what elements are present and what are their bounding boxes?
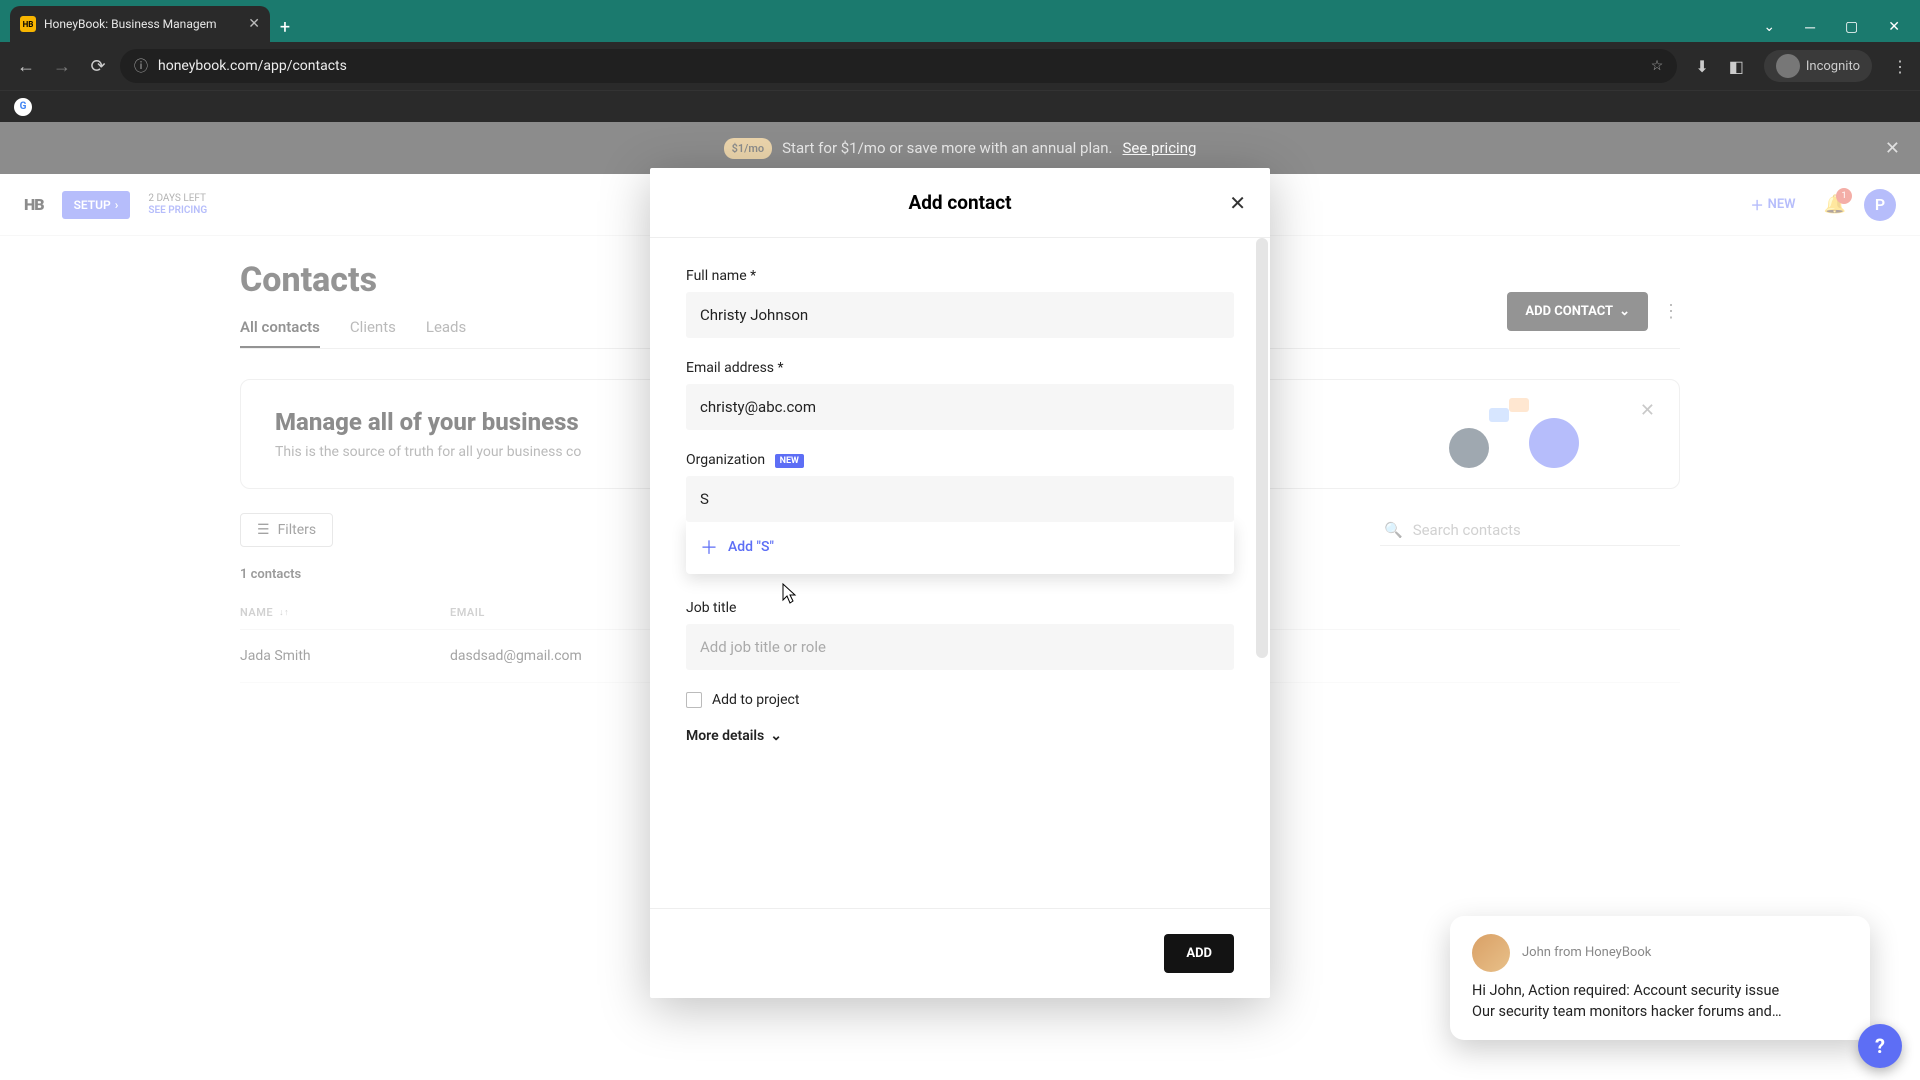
job-title-input[interactable] (686, 624, 1234, 670)
browser-titlebar: HB HoneyBook: Business Managem ✕ + ⌄ ─ ▢… (0, 0, 1920, 42)
organization-label: Organization NEW (686, 452, 1234, 468)
incognito-icon (1776, 54, 1800, 78)
more-details-toggle[interactable]: More details ⌄ (686, 728, 1234, 744)
full-name-label: Full name (686, 268, 1234, 284)
help-fab[interactable]: ? (1858, 1024, 1902, 1068)
chat-sender: John from HoneyBook (1522, 945, 1651, 960)
chat-avatar (1472, 934, 1510, 972)
plus-icon: ＋ (700, 534, 718, 560)
bookmark-star-icon[interactable]: ☆ (1651, 58, 1664, 74)
chevron-down-icon[interactable]: ⌄ (1763, 19, 1775, 36)
org-suggest-add[interactable]: ＋ Add "S" (686, 520, 1234, 574)
checkbox-icon (686, 692, 702, 708)
modal-title: Add contact (908, 191, 1011, 214)
chevron-down-icon: ⌄ (770, 728, 782, 744)
new-badge: NEW (775, 454, 804, 468)
chat-notification[interactable]: John from HoneyBook Hi John, Action requ… (1450, 916, 1870, 1040)
favicon: HB (20, 16, 36, 32)
browser-tab[interactable]: HB HoneyBook: Business Managem ✕ (10, 6, 270, 42)
forward-icon[interactable]: → (48, 56, 76, 77)
browser-toolbar: ← → ⟳ ⓘ honeybook.com/app/contacts ☆ ⬇ ◧… (0, 42, 1920, 90)
bookmarks-bar: G (0, 90, 1920, 122)
help-icon: ? (1875, 1034, 1885, 1058)
add-contact-modal: Add contact ✕ Full name Email address Or… (650, 168, 1270, 998)
reload-icon[interactable]: ⟳ (84, 56, 112, 77)
back-icon[interactable]: ← (12, 56, 40, 77)
email-input[interactable] (686, 384, 1234, 430)
tab-close-icon[interactable]: ✕ (248, 16, 260, 32)
site-info-icon[interactable]: ⓘ (134, 56, 148, 76)
url-text: honeybook.com/app/contacts (158, 58, 347, 74)
close-window-icon[interactable]: ✕ (1888, 19, 1900, 36)
minimize-icon[interactable]: ─ (1805, 19, 1815, 36)
tab-title: HoneyBook: Business Managem (44, 17, 240, 31)
incognito-indicator[interactable]: Incognito (1764, 50, 1872, 82)
download-icon[interactable]: ⬇ (1695, 57, 1708, 76)
new-tab-button[interactable]: + (270, 17, 300, 42)
modal-scrollbar[interactable] (1256, 238, 1268, 658)
address-bar[interactable]: ⓘ honeybook.com/app/contacts ☆ (120, 49, 1677, 83)
full-name-input[interactable] (686, 292, 1234, 338)
modal-close-icon[interactable]: ✕ (1229, 191, 1246, 215)
chat-line2: Our security team monitors hacker forums… (1472, 1001, 1848, 1022)
email-label: Email address (686, 360, 1234, 376)
kebab-menu-icon[interactable]: ⋮ (1892, 57, 1908, 76)
add-button[interactable]: ADD (1164, 934, 1234, 973)
google-shortcut-icon[interactable]: G (14, 98, 32, 116)
extensions-icon[interactable]: ◧ (1729, 57, 1744, 76)
maximize-icon[interactable]: ▢ (1845, 19, 1858, 36)
chat-line1: Hi John, Action required: Account securi… (1472, 980, 1848, 1001)
organization-input[interactable] (686, 476, 1234, 522)
job-title-label: Job title (686, 600, 1234, 616)
add-to-project-checkbox[interactable]: Add to project (686, 692, 1234, 708)
